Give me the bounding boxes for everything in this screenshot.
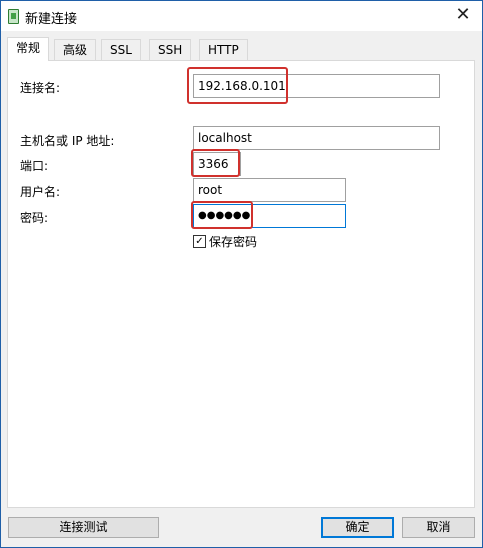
test-connection-button[interactable]: 连接测试 (8, 517, 159, 538)
port-label: 端口: (20, 159, 49, 173)
tab-ssh[interactable]: SSH (149, 39, 192, 60)
tab-advanced[interactable]: 高级 (54, 39, 97, 60)
close-icon[interactable]: ✕ (452, 4, 474, 26)
host-label: 主机名或 IP 地址: (20, 134, 115, 148)
tab-http[interactable]: HTTP (199, 39, 248, 60)
connection-name-label: 连接名: (20, 81, 61, 95)
password-label: 密码: (20, 211, 49, 225)
cancel-button[interactable]: 取消 (402, 517, 475, 538)
user-label: 用户名: (20, 185, 61, 199)
save-password-label: 保存密码 (209, 235, 258, 249)
user-field[interactable]: root (193, 178, 346, 202)
window-title: 新建连接 (25, 12, 78, 27)
highlight-connection-name (187, 67, 288, 104)
highlight-port (191, 149, 240, 177)
new-connection-dialog: 新建连接 ✕ 常规 高级 SSL SSH HTTP 连接名: 192.168.0… (0, 0, 483, 548)
title-bar: 新建连接 ✕ (1, 1, 482, 31)
highlight-password (191, 201, 253, 229)
host-field[interactable]: localhost (193, 126, 440, 150)
tab-ssl[interactable]: SSL (101, 39, 141, 60)
ok-button[interactable]: 确定 (321, 517, 394, 538)
app-icon (8, 9, 19, 24)
tab-general[interactable]: 常规 (7, 37, 50, 61)
general-panel: 连接名: 192.168.0.101 主机名或 IP 地址: localhost… (7, 60, 475, 508)
tab-bar: 常规 高级 SSL SSH HTTP (7, 37, 477, 61)
save-password-checkbox[interactable]: ✓ (193, 235, 206, 248)
